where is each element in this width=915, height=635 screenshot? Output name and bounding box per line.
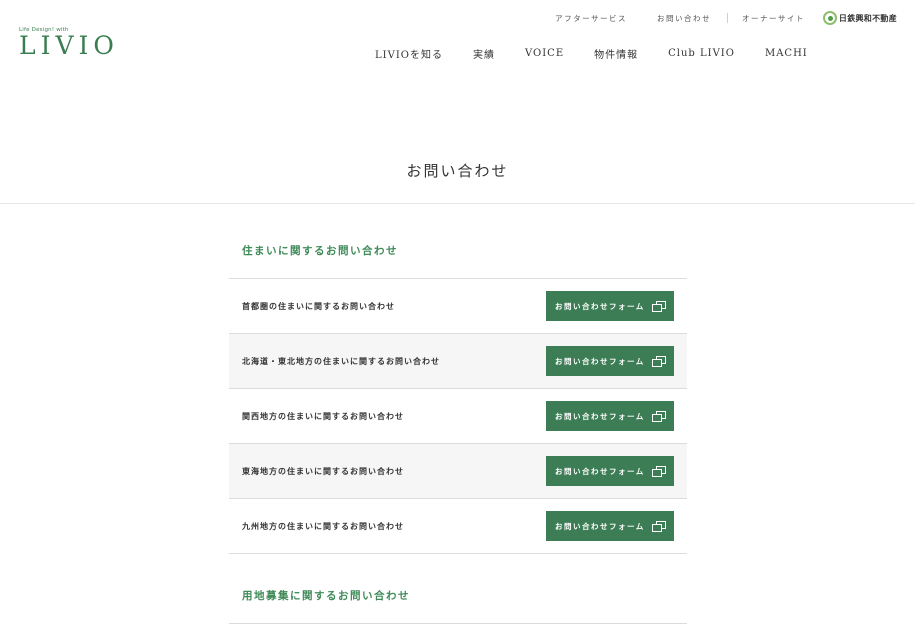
contact-form-button-label: お問い合わせフォーム: [555, 411, 645, 421]
site-header: Life Design! with LIVIO アフターサービス お問い合わせ …: [0, 0, 915, 90]
contact-form-button[interactable]: お問い合わせフォーム: [546, 511, 674, 541]
contact-form-button[interactable]: お問い合わせフォーム: [546, 401, 674, 431]
page-title: お問い合わせ: [406, 162, 509, 180]
external-window-icon: [652, 300, 666, 312]
external-window-icon: [652, 520, 666, 532]
logo-wordmark: LIVIO: [19, 31, 119, 60]
nav-item-about[interactable]: LIVIOを知る: [375, 46, 443, 61]
nav-item-properties[interactable]: 物件情報: [594, 46, 638, 61]
contact-form-button-label: お問い合わせフォーム: [555, 466, 645, 476]
inquiry-row-hokkaido-tohoku: 北海道・東北地方の住まいに関するお問い合わせ お問い合わせフォーム: [229, 334, 687, 389]
inquiry-row-kyushu: 九州地方の住まいに関するお問い合わせ お問い合わせフォーム: [229, 499, 687, 554]
global-nav: LIVIOを知る 実績 VOICE 物件情報 Club LIVIO MACHI: [375, 46, 808, 61]
inquiry-row-tokai: 東海地方の住まいに関するお問い合わせ お問い合わせフォーム: [229, 444, 687, 499]
external-window-icon: [652, 410, 666, 422]
owner-site-link[interactable]: オーナーサイト: [742, 13, 805, 24]
inquiry-row-kansai: 関西地方の住まいに関するお問い合わせ お問い合わせフォーム: [229, 389, 687, 444]
inquiry-row-label: 東海地方の住まいに関するお問い合わせ: [242, 466, 404, 476]
contact-form-button-label: お問い合わせフォーム: [555, 301, 645, 311]
housing-inquiry-list: 首都圏の住まいに関するお問い合わせ お問い合わせフォーム 北海道・東北地方の住ま…: [229, 278, 687, 554]
section-heading-land: 用地募集に関するお問い合わせ: [242, 590, 410, 602]
company-logo-link[interactable]: 日鉄興和不動産: [822, 11, 897, 25]
after-service-link[interactable]: アフターサービス: [555, 13, 627, 24]
contact-form-button[interactable]: お問い合わせフォーム: [546, 456, 674, 486]
external-window-icon: [652, 465, 666, 477]
section-heading-housing: 住まいに関するお問い合わせ: [242, 245, 398, 257]
contact-form-button-label: お問い合わせフォーム: [555, 356, 645, 366]
nav-item-machi[interactable]: MACHI: [765, 48, 808, 59]
contact-link[interactable]: お問い合わせ: [657, 13, 711, 24]
nav-item-club-livio[interactable]: Club LIVIO: [668, 48, 735, 59]
contact-form-button[interactable]: お問い合わせフォーム: [546, 291, 674, 321]
company-name: 日鉄興和不動産: [838, 13, 897, 23]
livio-logo[interactable]: Life Design! with LIVIO: [19, 27, 139, 67]
external-window-icon: [652, 355, 666, 367]
nippon-steel-kowa-logo-icon: [822, 11, 837, 25]
contact-form-button[interactable]: お問い合わせフォーム: [546, 346, 674, 376]
inquiry-row-tokyo: 首都圏の住まいに関するお問い合わせ お問い合わせフォーム: [229, 279, 687, 334]
inquiry-row-label: 九州地方の住まいに関するお問い合わせ: [242, 521, 404, 531]
utility-divider: [727, 13, 729, 23]
contact-form-button-label: お問い合わせフォーム: [555, 521, 645, 531]
nav-item-voice[interactable]: VOICE: [525, 48, 564, 59]
inquiry-row-label: 首都圏の住まいに関するお問い合わせ: [242, 301, 395, 311]
section-divider: [229, 623, 687, 624]
inquiry-row-label: 北海道・東北地方の住まいに関するお問い合わせ: [242, 356, 440, 366]
title-divider: [0, 203, 915, 204]
utility-nav: アフターサービス お問い合わせ オーナーサイト 日鉄興和不動産: [555, 11, 897, 25]
nav-item-results[interactable]: 実績: [473, 46, 495, 61]
inquiry-row-label: 関西地方の住まいに関するお問い合わせ: [242, 411, 404, 421]
